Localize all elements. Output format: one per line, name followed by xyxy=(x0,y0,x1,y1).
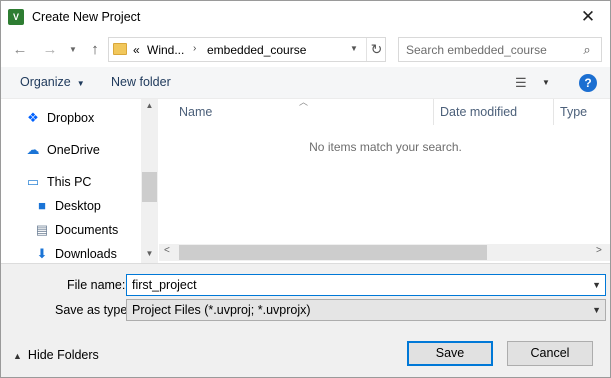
search-icon[interactable]: ⌕ xyxy=(577,40,597,60)
nav-item-label: Desktop xyxy=(55,199,101,213)
hide-folders-button[interactable]: ▲ Hide Folders xyxy=(13,348,99,362)
file-name-label: File name: xyxy=(67,278,126,292)
nav-item-dropbox[interactable]: ❖ Dropbox xyxy=(1,107,141,129)
folder-icon xyxy=(113,43,127,55)
save-as-type-chevron-icon: ▼ xyxy=(592,305,601,315)
nav-item-label: This PC xyxy=(47,175,92,189)
save-as-type-select[interactable]: Project Files (*.uvproj; *.uvprojx) ▼ xyxy=(126,299,606,321)
chevron-up-icon: ▲ xyxy=(13,351,22,361)
view-options-icon[interactable]: ☰ xyxy=(515,75,533,91)
this-pc-icon: ▭ xyxy=(26,174,40,189)
column-divider[interactable] xyxy=(553,99,554,125)
close-button[interactable]: ✕ xyxy=(566,1,610,33)
breadcrumb-separator-icon[interactable]: › xyxy=(193,43,196,54)
chevron-down-icon: ▼ xyxy=(76,79,85,88)
create-new-project-dialog: V Create New Project ✕ ← → ▼ ↑ « Wind...… xyxy=(0,0,611,378)
column-header-type[interactable]: Type xyxy=(560,105,587,119)
nav-item-downloads[interactable]: ⬇ Downloads xyxy=(1,243,141,265)
nav-item-label: Downloads xyxy=(55,247,117,261)
nav-item-documents[interactable]: ▤ Documents xyxy=(1,219,141,241)
file-name-input[interactable]: first_project ▼ xyxy=(126,274,606,296)
organize-label: Organize xyxy=(20,75,71,89)
nav-item-label: OneDrive xyxy=(47,143,100,157)
horizontal-scroll-thumb[interactable] xyxy=(179,245,487,260)
search-input[interactable]: Search embedded_course ⌕ xyxy=(398,37,602,62)
nav-item-onedrive[interactable]: ☁ OneDrive xyxy=(1,139,141,161)
save-form: File name: first_project ▼ Save as type:… xyxy=(1,263,610,377)
column-header-date-modified[interactable]: Date modified xyxy=(440,105,517,119)
scroll-left-icon[interactable]: < xyxy=(164,245,170,256)
scroll-right-icon[interactable]: > xyxy=(596,245,602,256)
file-list-horizontal-scrollbar[interactable]: < > xyxy=(159,244,610,261)
hide-folders-label: Hide Folders xyxy=(27,348,99,362)
new-folder-button[interactable]: New folder xyxy=(111,75,171,89)
desktop-icon: ■ xyxy=(38,198,46,213)
breadcrumb-embedded-course[interactable]: embedded_course xyxy=(207,43,306,57)
column-headers: ︿ Name Date modified Type xyxy=(159,97,610,125)
help-icon[interactable]: ? xyxy=(579,74,597,92)
nav-item-label: Documents xyxy=(55,223,119,237)
scroll-up-icon[interactable]: ▲ xyxy=(141,101,158,110)
up-arrow-icon[interactable]: ↑ xyxy=(87,41,103,59)
empty-results-message: No items match your search. xyxy=(309,140,462,154)
sort-ascending-icon: ︿ xyxy=(299,97,309,107)
breadcrumb-windows[interactable]: Wind... xyxy=(147,43,184,57)
title-bar: V Create New Project ✕ xyxy=(1,1,610,33)
nav-item-this-pc[interactable]: ▭ This PC xyxy=(1,171,141,193)
column-divider[interactable] xyxy=(433,99,434,125)
forward-arrow-icon[interactable]: → xyxy=(41,41,59,59)
scroll-down-icon[interactable]: ▼ xyxy=(141,249,158,258)
file-list: ︿ Name Date modified Type No items match… xyxy=(159,97,610,263)
recent-locations-chevron-icon[interactable]: ▼ xyxy=(67,41,79,59)
save-as-type-value: Project Files (*.uvproj; *.uvprojx) xyxy=(132,303,311,317)
onedrive-icon: ☁ xyxy=(26,142,40,157)
back-arrow-icon[interactable]: ← xyxy=(11,41,29,59)
nav-scroll-thumb[interactable] xyxy=(142,172,157,202)
refresh-icon[interactable]: ↻ xyxy=(366,38,386,61)
save-as-type-label: Save as type: xyxy=(55,303,131,317)
dropbox-icon: ❖ xyxy=(27,110,39,125)
address-bar[interactable]: « Wind... › embedded_course ▼ ↻ xyxy=(108,37,386,62)
uvision-app-icon: V xyxy=(8,9,24,25)
nav-item-desktop[interactable]: ■ Desktop xyxy=(1,195,141,217)
save-button[interactable]: Save xyxy=(407,341,493,366)
column-header-name[interactable]: Name xyxy=(179,105,212,119)
nav-item-label: Dropbox xyxy=(47,111,95,125)
organize-button[interactable]: Organize ▼ xyxy=(20,75,85,89)
address-history-chevron-icon[interactable]: ▼ xyxy=(350,44,358,53)
search-placeholder: Search embedded_course xyxy=(406,43,547,57)
window-title: Create New Project xyxy=(32,10,141,24)
file-name-dropdown-chevron-icon[interactable]: ▼ xyxy=(592,280,601,290)
documents-icon: ▤ xyxy=(35,222,49,237)
file-name-value: first_project xyxy=(132,278,197,292)
nav-pane-scrollbar[interactable]: ▲ ▼ xyxy=(141,99,158,263)
navigation-pane: ❖ Dropbox ☁ OneDrive ▭ This PC ■ Desktop… xyxy=(1,99,158,263)
address-row: ← → ▼ ↑ « Wind... › embedded_course ▼ ↻ … xyxy=(1,33,610,67)
downloads-icon: ⬇ xyxy=(36,246,48,261)
view-options-chevron-icon[interactable]: ▼ xyxy=(542,78,550,87)
cancel-button[interactable]: Cancel xyxy=(507,341,593,366)
address-overflow[interactable]: « xyxy=(133,43,140,57)
